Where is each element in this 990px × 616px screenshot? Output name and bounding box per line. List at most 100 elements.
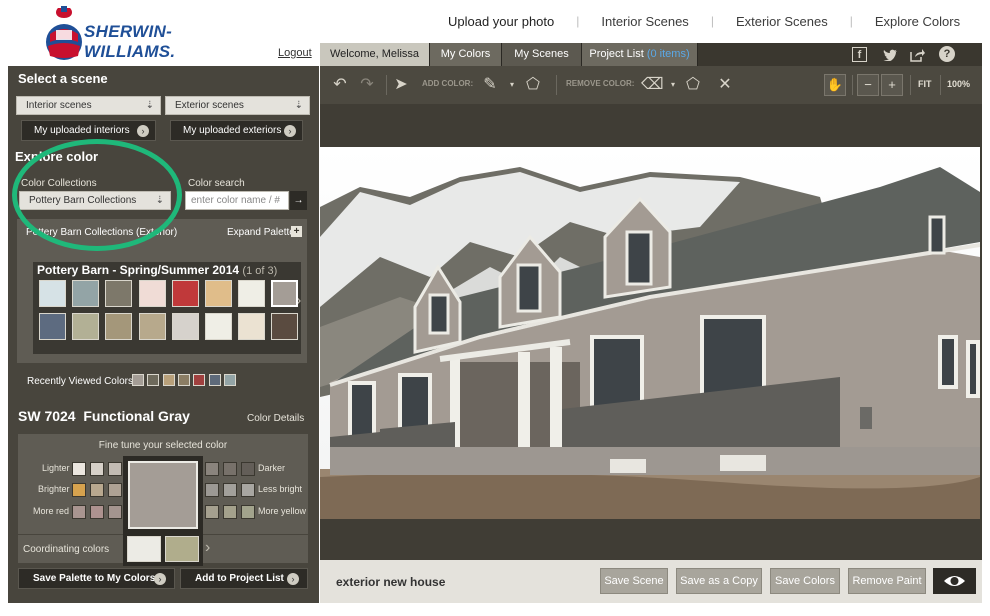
nav-upload-photo[interactable]: Upload your photo bbox=[430, 14, 576, 29]
recent-color-chip[interactable] bbox=[177, 374, 190, 386]
pan-hand-icon[interactable]: ✋ bbox=[824, 74, 846, 96]
nav-explore-colors[interactable]: Explore Colors bbox=[853, 14, 982, 29]
color-search-input[interactable]: enter color name / # bbox=[185, 191, 289, 210]
save-scene-button[interactable]: Save Scene bbox=[600, 568, 668, 594]
save-colors-label: Save Colors bbox=[775, 575, 835, 587]
fine-tune-chip[interactable] bbox=[90, 483, 104, 497]
nav-interior-scenes[interactable]: Interior Scenes bbox=[579, 14, 710, 29]
fine-tune-chip[interactable] bbox=[108, 505, 122, 519]
logout-link[interactable]: Logout bbox=[278, 47, 312, 59]
twitter-icon[interactable] bbox=[883, 47, 898, 62]
zoom-in-icon[interactable]: + bbox=[881, 74, 903, 96]
tab-my-scenes[interactable]: My Scenes bbox=[502, 43, 582, 66]
add-color-label: ADD COLOR: bbox=[422, 79, 474, 88]
save-palette-button[interactable]: Save Palette to My Colors › bbox=[18, 568, 175, 589]
remove-paint-label: Remove Paint bbox=[852, 575, 922, 587]
color-details-link[interactable]: Color Details bbox=[247, 413, 304, 424]
paint-brush-icon[interactable]: ✎ bbox=[480, 75, 500, 95]
exterior-scenes-select[interactable]: Exterior scenes ⇣ bbox=[165, 96, 310, 115]
tab-project-list-label: Project List bbox=[589, 48, 644, 60]
expand-plus-icon[interactable]: + bbox=[291, 226, 302, 237]
palette-chip[interactable] bbox=[205, 313, 232, 340]
redo-icon[interactable]: ↷ bbox=[357, 75, 377, 95]
palette-chip[interactable] bbox=[39, 280, 66, 307]
remove-paint-button[interactable]: Remove Paint bbox=[848, 568, 926, 594]
pointer-icon[interactable]: ➤ bbox=[391, 75, 411, 95]
recent-color-chip[interactable] bbox=[223, 374, 236, 386]
fine-tune-chip[interactable] bbox=[241, 462, 255, 476]
zoom-out-icon[interactable]: − bbox=[857, 74, 879, 96]
recent-color-chip[interactable] bbox=[147, 374, 160, 386]
palette-chip[interactable] bbox=[171, 280, 199, 307]
tab-project-list[interactable]: Project List (0 items) bbox=[582, 43, 698, 66]
coordinating-next-chevron-icon[interactable]: › bbox=[205, 539, 210, 557]
fine-tune-chip[interactable] bbox=[223, 462, 237, 476]
preview-toggle-button[interactable] bbox=[933, 568, 976, 594]
undo-icon[interactable]: ↶ bbox=[330, 75, 350, 95]
scene-photo[interactable] bbox=[320, 147, 980, 519]
uploaded-interiors-button[interactable]: My uploaded interiors › bbox=[21, 120, 156, 141]
fine-tune-chip[interactable] bbox=[108, 462, 122, 476]
help-icon[interactable]: ? bbox=[939, 46, 955, 62]
sherwin-williams-logo[interactable]: SHERWIN-WILLIAMS. bbox=[44, 6, 249, 64]
eraser-dropdown-icon[interactable]: ▾ bbox=[663, 75, 683, 95]
share-icon[interactable] bbox=[910, 47, 925, 62]
recent-color-chip[interactable] bbox=[162, 374, 175, 386]
fine-tune-chip[interactable] bbox=[205, 462, 219, 476]
palette-chip[interactable] bbox=[205, 280, 232, 307]
fine-tune-chip[interactable] bbox=[72, 505, 86, 519]
toolbar-divider bbox=[556, 75, 557, 95]
palette-chip[interactable] bbox=[138, 313, 166, 340]
coordinating-color-chip[interactable] bbox=[127, 536, 161, 562]
palette-chip[interactable] bbox=[271, 313, 299, 340]
polygon-add-icon[interactable]: ⬠ bbox=[523, 75, 543, 95]
close-x-icon[interactable]: ✕ bbox=[715, 75, 735, 95]
color-search-go-button[interactable]: → bbox=[290, 191, 307, 210]
palette-chip[interactable] bbox=[238, 280, 266, 307]
palette-chip[interactable] bbox=[238, 313, 266, 340]
palette-chip[interactable] bbox=[271, 280, 299, 307]
polygon-remove-icon[interactable]: ⬠ bbox=[683, 75, 703, 95]
interior-scenes-select[interactable]: Interior scenes ⇣ bbox=[16, 96, 161, 115]
selected-color-swatch[interactable] bbox=[128, 461, 198, 529]
fine-tune-chip[interactable] bbox=[108, 483, 122, 497]
recent-color-chip[interactable] bbox=[208, 374, 221, 386]
lighter-label: Lighter bbox=[42, 463, 70, 473]
fine-tune-chip[interactable] bbox=[223, 505, 237, 519]
palette-chip[interactable] bbox=[105, 313, 133, 340]
recent-color-chip[interactable] bbox=[193, 374, 206, 386]
fine-tune-chip[interactable] bbox=[90, 505, 104, 519]
facebook-icon[interactable]: f bbox=[852, 47, 867, 62]
fine-tune-chip[interactable] bbox=[241, 483, 255, 497]
recent-color-chip[interactable] bbox=[132, 374, 144, 386]
palette-chip[interactable] bbox=[72, 280, 100, 307]
fit-button[interactable]: FIT bbox=[918, 79, 932, 89]
palette-chip[interactable] bbox=[72, 313, 100, 340]
palette-chip[interactable] bbox=[39, 313, 66, 340]
less-bright-label: Less bright bbox=[258, 484, 303, 494]
palette-chip[interactable] bbox=[105, 280, 133, 307]
tab-my-colors[interactable]: My Colors bbox=[430, 43, 502, 66]
save-colors-button[interactable]: Save Colors bbox=[770, 568, 840, 594]
fine-tune-chip[interactable] bbox=[205, 483, 219, 497]
fine-tune-chip[interactable] bbox=[90, 462, 104, 476]
add-to-project-button[interactable]: Add to Project List › bbox=[180, 568, 308, 589]
save-as-copy-button[interactable]: Save as a Copy bbox=[676, 568, 762, 594]
fine-tune-chip[interactable] bbox=[241, 505, 255, 519]
brush-dropdown-icon[interactable]: ▾ bbox=[502, 75, 522, 95]
arrow-right-icon: › bbox=[137, 125, 149, 137]
nav-exterior-scenes[interactable]: Exterior Scenes bbox=[714, 14, 850, 29]
fine-tune-chip[interactable] bbox=[205, 505, 219, 519]
eraser-icon[interactable]: ⌫ bbox=[641, 75, 664, 95]
expand-palette-link[interactable]: Expand Palette bbox=[227, 227, 295, 238]
uploaded-exteriors-button[interactable]: My uploaded exteriors › bbox=[170, 120, 303, 141]
palette-chip[interactable] bbox=[138, 280, 166, 307]
palette-chip[interactable] bbox=[171, 313, 199, 340]
coordinating-color-chip[interactable] bbox=[165, 536, 199, 562]
zoom-level[interactable]: 100% bbox=[947, 79, 970, 89]
coordinating-label: Coordinating colors bbox=[23, 544, 110, 555]
fine-tune-chip[interactable] bbox=[72, 462, 86, 476]
fine-tune-chip[interactable] bbox=[72, 483, 86, 497]
save-palette-label: Save Palette to My Colors bbox=[33, 573, 156, 584]
fine-tune-chip[interactable] bbox=[223, 483, 237, 497]
